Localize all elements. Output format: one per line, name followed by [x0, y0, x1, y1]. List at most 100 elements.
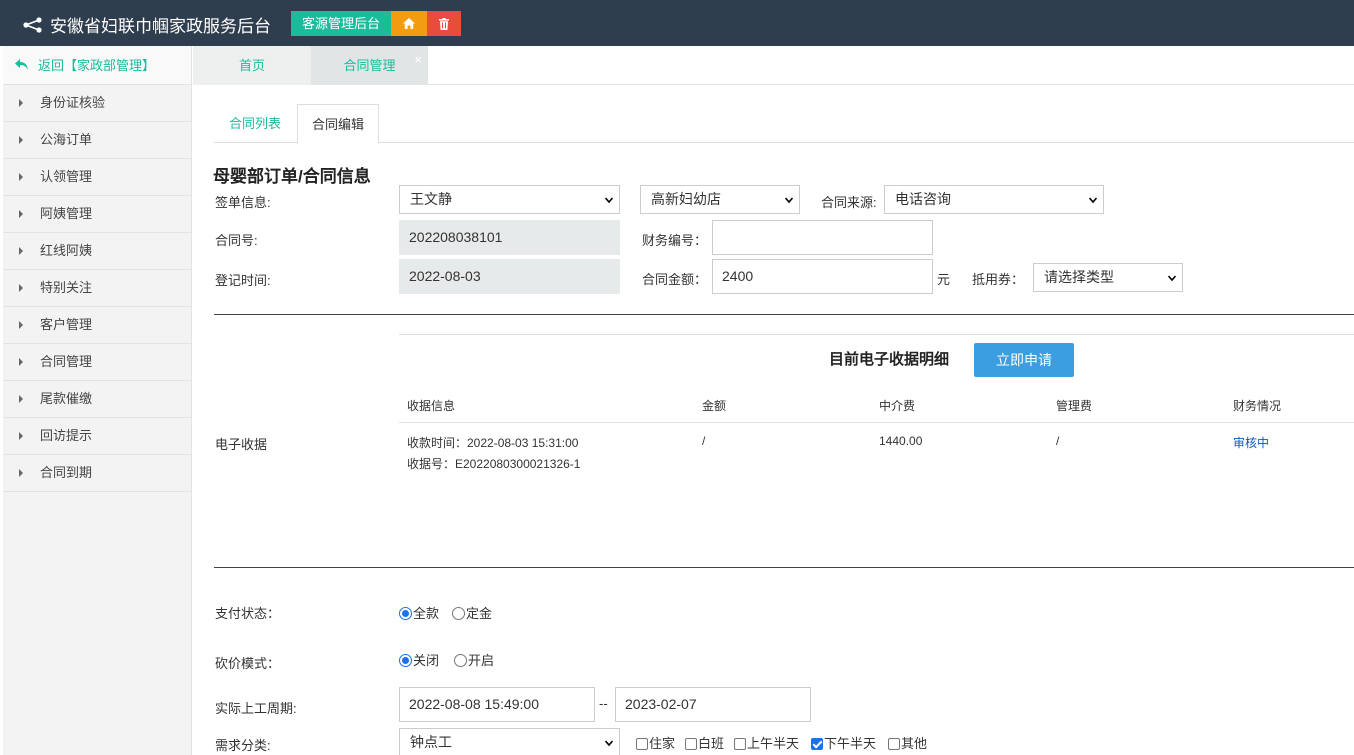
checkbox-icon [811, 737, 823, 750]
sidebar-item-expiry[interactable]: 合同到期 [3, 455, 191, 492]
caret-right-icon [19, 321, 23, 329]
radio-label: 开启 [468, 653, 495, 668]
sidebar-item-customers[interactable]: 客户管理 [3, 307, 191, 344]
sidebar-item-public-orders[interactable]: 公海订单 [3, 122, 191, 159]
radio-icon [399, 654, 412, 667]
tab-contract-edit[interactable]: 合同编辑 [297, 104, 379, 144]
signer-select[interactable]: 王文静 [399, 185, 620, 214]
close-icon[interactable]: × [414, 40, 422, 80]
sidebar-item-label: 认领管理 [40, 169, 93, 184]
checkbox-label: 上午半天 [747, 736, 800, 751]
voucher-value: 请选择类型 [1044, 269, 1114, 285]
brand: 安徽省妇联巾帼家政服务后台 [22, 12, 271, 37]
checkbox-icon [636, 737, 648, 750]
sidebar-item-nannies[interactable]: 阿姨管理 [3, 196, 191, 233]
sidebar-item-watch[interactable]: 特别关注 [3, 270, 191, 307]
page-title: 母婴部订单/合同信息 [213, 167, 371, 186]
sidebar-item-followup[interactable]: 回访提示 [3, 418, 191, 455]
caret-right-icon [19, 395, 23, 403]
chevron-down-icon [1168, 275, 1176, 282]
demand-checkbox-other[interactable]: 其他 [888, 733, 927, 752]
tab-label: 合同管理 [343, 58, 396, 73]
demand-select[interactable]: 钟点工 [399, 728, 620, 755]
amount-label: 合同金额： [642, 272, 708, 287]
reply-arrow-icon [15, 59, 28, 70]
checkbox-label: 下午半天 [824, 736, 877, 751]
amount-unit: 元 [937, 272, 951, 287]
period-end-field[interactable]: 2023-02-07 [615, 687, 811, 722]
sidebar-item-id-verify[interactable]: 身份证核验 [3, 85, 191, 122]
receipt-title: 目前电子收据明细 [829, 351, 950, 368]
tab-contract-list[interactable]: 合同列表 [214, 104, 296, 144]
chevron-down-icon [605, 197, 613, 204]
signer-value: 王文静 [410, 191, 452, 207]
reg-time-field: 2022-08-03 [399, 259, 620, 294]
receipt-agent-fee: 1440.00 [879, 434, 923, 448]
demand-checkbox-day-shift[interactable]: 白班 [685, 733, 724, 752]
finance-no-label: 财务编号： [642, 233, 708, 248]
sidebar-item-contracts[interactable]: 合同管理 [3, 344, 191, 381]
finance-no-field[interactable] [712, 220, 933, 255]
sidebar-item-claims[interactable]: 认领管理 [3, 159, 191, 196]
sign-info-label: 签单信息: [215, 195, 271, 210]
voucher-select[interactable]: 请选择类型 [1033, 263, 1183, 292]
bargain-on-radio[interactable]: 开启 [454, 650, 494, 669]
caret-right-icon [19, 247, 23, 255]
checkbox-icon [734, 737, 746, 750]
apply-button[interactable]: 立即申请 [974, 343, 1074, 377]
demand-checkbox-live-in[interactable]: 住家 [636, 733, 675, 752]
share-icon [23, 16, 42, 33]
checkbox-icon [888, 737, 900, 750]
receipt-mgmt-fee: / [1056, 434, 1060, 448]
reg-time-label: 登记时间: [215, 273, 271, 288]
sidebar-item-label: 合同到期 [40, 465, 93, 480]
source-select[interactable]: 电话咨询 [884, 185, 1104, 214]
contract-no-label: 合同号: [215, 233, 258, 248]
radio-label: 全款 [413, 606, 440, 621]
period-start-field[interactable]: 2022-08-08 15:49:00 [399, 687, 595, 722]
caret-right-icon [19, 210, 23, 218]
sidebar-item-redline[interactable]: 红线阿姨 [3, 233, 191, 270]
checkbox-label: 住家 [649, 736, 676, 751]
back-label: 返回【家政部管理】 [38, 57, 156, 73]
col-receipt-info: 收据信息 [407, 399, 456, 413]
payment-label: 支付状态： [215, 606, 281, 621]
app-title: 安徽省妇联巾帼家政服务后台 [50, 17, 271, 36]
store-select[interactable]: 高新妇幼店 [640, 185, 800, 214]
tab-home[interactable]: 首页 [193, 46, 311, 85]
bargain-off-radio[interactable]: 关闭 [399, 650, 439, 669]
sidebar-item-label: 尾款催缴 [40, 391, 93, 406]
col-amount: 金额 [702, 399, 727, 413]
amount-field[interactable]: 2400 [712, 259, 933, 294]
receipt-number: 收据号：E2022080300021326-1 [407, 457, 581, 471]
radio-label: 定金 [466, 606, 493, 621]
sidebar-item-balance[interactable]: 尾款催缴 [3, 381, 191, 418]
sidebar-item-label: 阿姨管理 [40, 206, 93, 221]
voucher-label: 抵用券： [972, 272, 1025, 287]
payment-deposit-radio[interactable]: 定金 [452, 603, 492, 622]
radio-icon [454, 654, 467, 667]
home-button[interactable] [391, 11, 427, 36]
receipt-status-link[interactable]: 审核中 [1233, 434, 1269, 451]
divider [214, 567, 1354, 568]
page-tabs: 首页 合同管理 × [193, 46, 1354, 85]
delete-button[interactable] [427, 11, 461, 36]
back-link[interactable]: 返回【家政部管理】 [3, 46, 191, 85]
col-mgmt-fee: 管理费 [1056, 399, 1093, 413]
caret-right-icon [19, 358, 23, 366]
period-separator: -- [599, 696, 608, 711]
period-label: 实际上工周期: [215, 701, 297, 716]
tab-contracts[interactable]: 合同管理 × [311, 46, 428, 85]
demand-checkbox-afternoon[interactable]: 下午半天 [811, 733, 876, 752]
backend-switch-button[interactable]: 客源管理后台 [291, 11, 391, 36]
demand-checkbox-morning[interactable]: 上午半天 [734, 733, 799, 752]
trash-icon [439, 18, 449, 30]
home-icon [403, 18, 415, 29]
source-value: 电话咨询 [895, 191, 951, 207]
caret-right-icon [19, 173, 23, 181]
receipt-time: 收款时间：2022-08-03 15:31:00 [407, 436, 579, 450]
top-bar: 安徽省妇联巾帼家政服务后台 客源管理后台 [0, 0, 1354, 46]
sidebar-item-label: 客户管理 [40, 317, 93, 332]
radio-label: 关闭 [413, 653, 440, 668]
payment-full-radio[interactable]: 全款 [399, 603, 439, 622]
